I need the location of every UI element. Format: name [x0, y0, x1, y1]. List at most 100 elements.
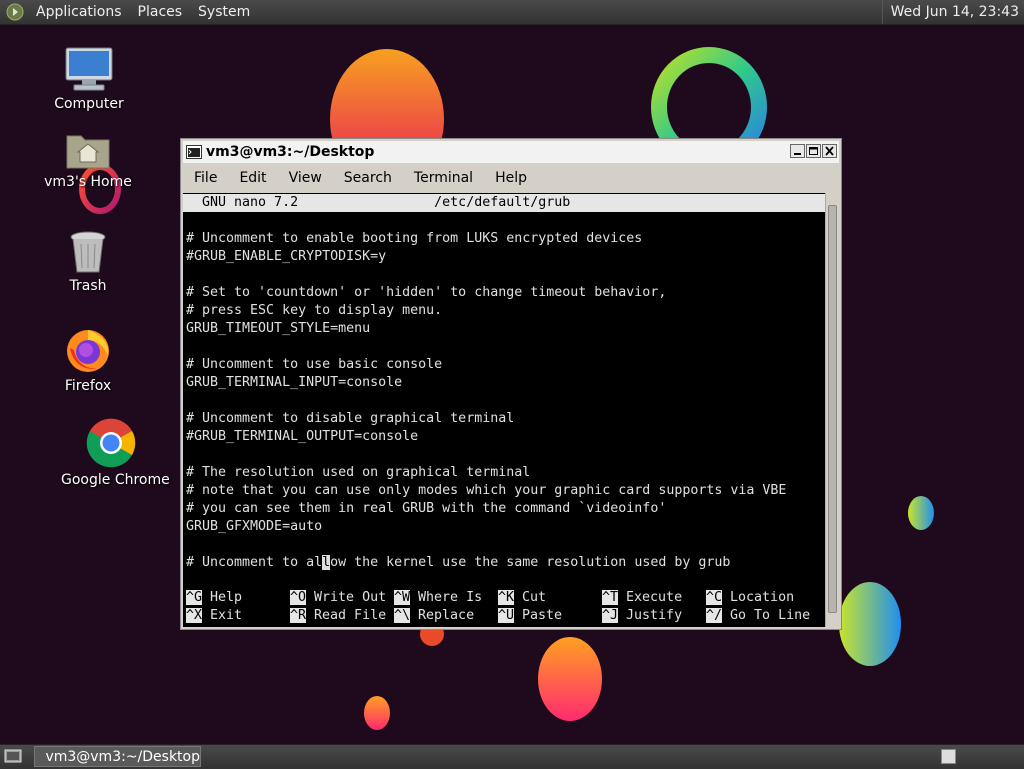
shortcut-key: ^C [706, 590, 722, 605]
window-titlebar[interactable]: vm3@vm3:~/Desktop [183, 141, 839, 163]
editor-line: # Uncomment to disable graphical termina… [183, 410, 825, 428]
shortcut-item[interactable]: ^/ Go To Line [706, 607, 810, 625]
shortcut-label: Where Is [418, 590, 482, 605]
shortcut-gap [514, 590, 522, 605]
editor-line: GRUB_GFXMODE=auto [183, 518, 825, 536]
shortcut-gap [410, 590, 418, 605]
editor-line: #GRUB_TERMINAL_OUTPUT=console [183, 428, 825, 446]
menu-edit[interactable]: Edit [228, 165, 277, 191]
shortcut-label: Read File [314, 608, 386, 623]
desktop-icon-chrome[interactable]: Google Chrome [61, 418, 161, 488]
desktop-icon-home[interactable]: vm3's Home [38, 130, 138, 190]
shortcut-key: ^K [498, 590, 514, 605]
shortcut-gap [202, 608, 210, 623]
editor-line: # Uncomment to use basic console [183, 356, 825, 374]
shortcut-key: ^J [602, 608, 618, 623]
menu-help[interactable]: Help [484, 165, 538, 191]
maximize-button[interactable] [806, 144, 821, 158]
editor-line: # Set to 'countdown' or 'hidden' to chan… [183, 284, 825, 302]
shortcut-label: Go To Line [730, 608, 810, 623]
shortcut-gap [306, 590, 314, 605]
editor-line: # note that you can use only modes which… [183, 482, 825, 500]
terminal-scrollbar[interactable] [825, 193, 839, 627]
desktop-icon-label: Firefox [38, 378, 138, 394]
firefox-icon [64, 326, 112, 374]
shortcut-item[interactable]: ^O Write Out [290, 589, 386, 607]
minimize-icon [791, 145, 804, 157]
menu-system[interactable]: System [190, 0, 258, 24]
shortcut-label: Exit [210, 608, 242, 623]
editor-line: # Uncomment to allow the kernel use the … [183, 554, 825, 572]
menu-applications[interactable]: Applications [28, 0, 130, 24]
editor-line: GRUB_TERMINAL_INPUT=console [183, 374, 825, 392]
shortcut-label: Cut [522, 590, 546, 605]
shortcut-item[interactable]: ^X Exit [186, 607, 242, 625]
shortcut-label: Paste [522, 608, 562, 623]
nano-header-bar: GNU nano 7.2 /etc/default/grub [183, 194, 825, 212]
menu-places[interactable]: Places [130, 0, 191, 24]
shortcut-key: ^X [186, 608, 202, 623]
desktop-icon-trash[interactable]: Trash [38, 230, 138, 294]
desktop-icon-label: vm3's Home [38, 174, 138, 190]
maximize-icon [807, 145, 820, 157]
clock[interactable]: Wed Jun 14, 23:43 [882, 0, 1024, 24]
shortcut-item[interactable]: ^K Cut [498, 589, 546, 607]
shortcut-key: ^O [290, 590, 306, 605]
menu-terminal[interactable]: Terminal [403, 165, 484, 191]
menu-search[interactable]: Search [333, 165, 403, 191]
shortcut-gap [306, 608, 314, 623]
taskbar-item-label: vm3@vm3:~/Desktop [45, 749, 200, 765]
shortcut-gap [410, 608, 418, 623]
shortcut-gap [618, 608, 626, 623]
shortcut-gap [514, 608, 522, 623]
shortcut-gap [202, 590, 210, 605]
editor-line-text: # Uncomment to al [186, 555, 322, 570]
close-button[interactable] [822, 144, 837, 158]
shortcut-row: ^X Exit ^R Read File ^\ Replace ^U Paste ^J … [183, 607, 825, 625]
shortcut-row: ^G Help ^O Write Out ^W Where Is ^K Cut ^T E… [183, 589, 825, 607]
desktop-icon-label: Computer [39, 96, 139, 112]
shortcut-item[interactable]: ^J Justify [602, 607, 682, 625]
window-title: vm3@vm3:~/Desktop [206, 144, 374, 160]
editor-line [183, 392, 825, 410]
shortcut-gap [722, 608, 730, 623]
shortcut-label: Justify [626, 608, 682, 623]
editor-line [183, 212, 825, 230]
terminal-area[interactable]: GNU nano 7.2 /etc/default/grub # Uncomme… [183, 193, 825, 627]
terminal-window[interactable]: vm3@vm3:~/Desktop File Edit View Search … [180, 138, 842, 630]
editor-line [183, 536, 825, 554]
desktop-icon-firefox[interactable]: Firefox [38, 326, 138, 394]
desktop-icon-label: Trash [38, 278, 138, 294]
shortcut-item[interactable]: ^C Location [706, 589, 794, 607]
nano-editor-buffer[interactable]: # Uncomment to enable booting from LUKS … [183, 212, 825, 572]
editor-line: # press ESC key to display menu. [183, 302, 825, 320]
shortcut-item[interactable]: ^U Paste [498, 607, 562, 625]
editor-line: # Uncomment to enable booting from LUKS … [183, 230, 825, 248]
shortcut-key: ^/ [706, 608, 722, 623]
window-menubar: File Edit View Search Terminal Help [183, 165, 839, 191]
workspace-switcher[interactable] [941, 749, 956, 764]
shortcut-key: ^U [498, 608, 514, 623]
shortcut-item[interactable]: ^\ Replace [394, 607, 474, 625]
shortcut-item[interactable]: ^R Read File [290, 607, 386, 625]
shortcut-label: Help [210, 590, 242, 605]
nano-shortcut-bar: ^G Help ^O Write Out ^W Where Is ^K Cut ^T E… [183, 589, 825, 625]
shortcut-item[interactable]: ^W Where Is [394, 589, 482, 607]
shortcut-item[interactable]: ^T Execute [602, 589, 682, 607]
show-desktop-icon[interactable] [4, 748, 22, 764]
shortcut-label: Replace [418, 608, 474, 623]
terminal-icon [186, 145, 202, 159]
editor-line: #GRUB_ENABLE_CRYPTODISK=y [183, 248, 825, 266]
taskbar-item-terminal[interactable]: vm3@vm3:~/Desktop [34, 746, 201, 767]
menu-file[interactable]: File [183, 165, 228, 191]
shortcut-label: Execute [626, 590, 682, 605]
editor-line: # you can see them in real GRUB with the… [183, 500, 825, 518]
shortcut-item[interactable]: ^G Help [186, 589, 242, 607]
shortcut-key: ^T [602, 590, 618, 605]
desktop-icon-computer[interactable]: Computer [39, 46, 139, 112]
minimize-button[interactable] [790, 144, 805, 158]
chrome-icon [86, 418, 136, 468]
menu-view[interactable]: View [278, 165, 333, 191]
system-logo-icon[interactable] [6, 3, 24, 21]
scrollbar-thumb[interactable] [828, 205, 837, 613]
